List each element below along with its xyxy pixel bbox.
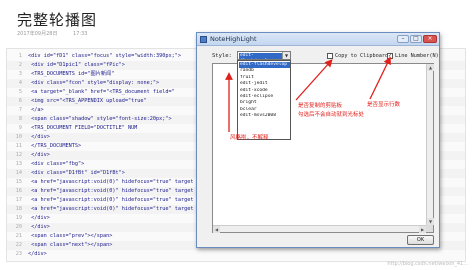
code-text: <div class="fcon" style="display: none;"… xyxy=(28,80,160,86)
annotation-copy-line2: 勾选后不会自动就到光标处 xyxy=(298,112,365,118)
style-option[interactable]: edit-xcode xyxy=(239,88,290,94)
dialog-title: NoteHighLight xyxy=(210,35,257,43)
style-select-value: edit-flashdevelop xyxy=(239,53,282,59)
code-text: <TRS_DOCUMENTS id="图片新闻" xyxy=(28,71,115,77)
line-number: 20 xyxy=(15,224,22,230)
line-number: 14 xyxy=(15,170,22,176)
maximize-button[interactable]: □ xyxy=(410,35,422,43)
line-number: 13 xyxy=(15,161,22,167)
code-text: </div> xyxy=(28,152,50,158)
code-text: <img src="<TRS_APPENDIX upload="true" xyxy=(28,98,147,104)
dialog-titlebar[interactable]: NoteHighLight – □ × xyxy=(197,33,439,46)
code-text: <a href="javascript:void(0)" hidefocus="… xyxy=(28,206,194,212)
scroll-up-icon[interactable]: ▲ xyxy=(427,64,434,71)
scroll-left-icon[interactable]: ◀ xyxy=(213,226,220,233)
line-number: 11 xyxy=(15,143,22,149)
code-text: <span class="shadow" style="font-size:20… xyxy=(28,116,172,122)
scroll-corner xyxy=(426,225,433,232)
code-text: <a href="javascript:void(0)" hidefocus="… xyxy=(28,197,194,203)
page-title: 完整轮播图 xyxy=(17,11,98,29)
line-number-label[interactable]: Line Number(N) xyxy=(395,53,439,59)
post-date: 2017年09月28日 xyxy=(17,31,58,37)
code-text: <span class="prev"></span> xyxy=(28,233,113,239)
line-number: 4 xyxy=(18,80,22,86)
post-time: 17:33 xyxy=(73,31,88,37)
minimize-button[interactable]: – xyxy=(397,35,409,43)
app-icon xyxy=(200,36,207,43)
code-text: </div> xyxy=(28,134,50,140)
code-text: </TRS_DOCUMENTS> xyxy=(28,143,82,149)
line-number: 3 xyxy=(18,71,22,77)
code-text: </div> xyxy=(28,224,50,230)
style-select[interactable]: edit-flashdevelop ▼ xyxy=(237,51,291,60)
line-number: 2 xyxy=(18,62,22,68)
annotation-copy-line1: 是否复制的剪贴板 xyxy=(298,103,343,109)
style-dropdown-list[interactable]: edit-flashdevelop randb fruit edit-jedit edi… xyxy=(237,60,291,140)
line-number: 16 xyxy=(15,188,22,194)
style-label: Style: xyxy=(212,53,232,59)
code-text: <span class="next"></span> xyxy=(28,242,113,248)
line-number: 12 xyxy=(15,152,22,158)
code-text: </a> xyxy=(28,107,44,113)
code-text: <div class="D1fBt" id="D1fBt"> xyxy=(28,170,125,176)
code-text: </div> xyxy=(28,215,50,221)
code-text: </div> xyxy=(28,251,47,257)
line-number: 15 xyxy=(15,179,22,185)
chevron-down-icon[interactable]: ▼ xyxy=(282,52,290,59)
line-number: 5 xyxy=(18,89,22,95)
copy-to-clipboard-checkbox[interactable] xyxy=(327,53,333,59)
ok-button[interactable]: OK xyxy=(407,235,434,245)
style-option[interactable]: edit-msvs2008 xyxy=(239,113,290,119)
line-number: 21 xyxy=(15,233,22,239)
style-option[interactable]: edit-jedit xyxy=(239,81,290,87)
line-number: 17 xyxy=(15,197,22,203)
line-number: 23 xyxy=(15,251,22,257)
code-text: <div id="fD1" class="focus" style="width… xyxy=(28,53,182,59)
code-line: 23 </div> xyxy=(7,250,465,259)
code-text: <TRS_DOCUMENT FIELD="DOCTITLE" NUM xyxy=(28,125,138,131)
page-meta: 2017年09月28日 17:33 xyxy=(17,30,101,37)
code-text: <div id="D1pic1" class="fPic"> xyxy=(28,62,125,68)
line-number: 8 xyxy=(18,116,22,122)
style-option[interactable]: edit-flashdevelop xyxy=(239,62,290,68)
code-text: <a href="javascript:void(0)" hidefocus="… xyxy=(28,188,194,194)
scroll-down-icon[interactable]: ▼ xyxy=(427,218,434,225)
horizontal-scrollbar[interactable]: ◀ ▶ xyxy=(213,225,426,233)
code-text: <a target="_blank" href="<TRS_document f… xyxy=(28,89,175,95)
style-option[interactable]: bclear xyxy=(239,107,290,113)
watermark: http://blog.csdn.net/weixin_41... xyxy=(387,261,468,267)
line-number: 18 xyxy=(15,206,22,212)
vertical-scrollbar[interactable]: ▲ ▼ xyxy=(426,64,434,225)
line-number: 10 xyxy=(15,134,22,140)
style-option[interactable]: randb xyxy=(239,68,290,74)
line-number: 22 xyxy=(15,242,22,248)
line-number: 9 xyxy=(18,125,22,131)
line-number-checkbox[interactable]: ✓ xyxy=(387,53,393,59)
line-number: 1 xyxy=(18,53,22,59)
close-button[interactable]: × xyxy=(423,35,437,43)
code-text: <a href="javascript:void(0)" hidefocus="… xyxy=(28,179,194,185)
line-number: 19 xyxy=(15,215,22,221)
style-option[interactable]: fruit xyxy=(239,75,290,81)
annotation-line-number: 是否显示行数 xyxy=(367,102,401,108)
line-number: 7 xyxy=(18,107,22,113)
style-option[interactable]: edit-eclipse xyxy=(239,94,290,100)
line-number: 6 xyxy=(18,98,22,104)
annotation-style: 风格啦，不解释 xyxy=(230,135,269,141)
code-text: <div class="fbg"> xyxy=(28,161,85,167)
copy-to-clipboard-label[interactable]: Copy to Clipboard xyxy=(335,53,388,59)
style-option[interactable]: bright xyxy=(239,100,290,106)
scroll-right-icon[interactable]: ▶ xyxy=(419,226,426,233)
